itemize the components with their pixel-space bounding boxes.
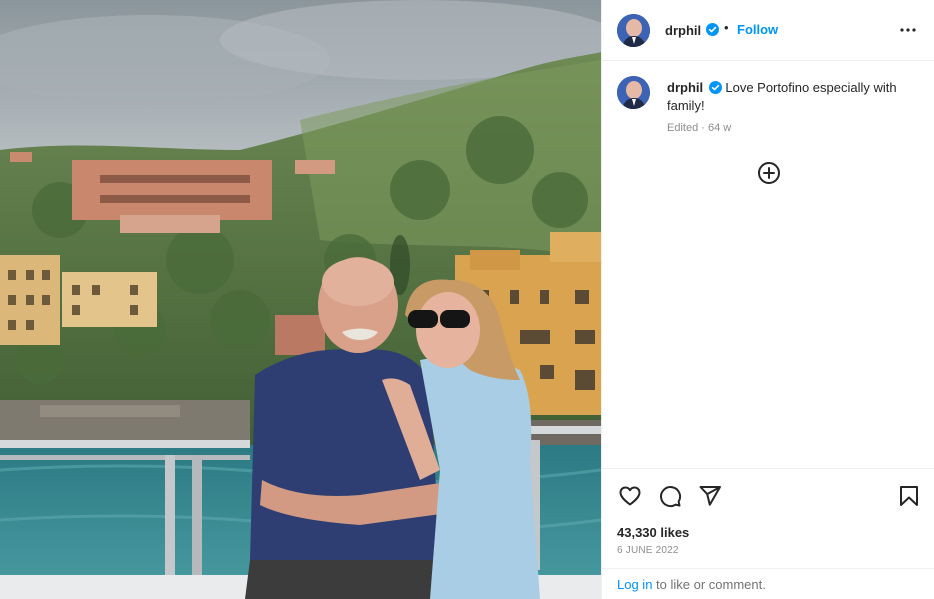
caption-text: drphil Love Portofino especially with fa… xyxy=(667,79,927,115)
login-prompt-text: to like or comment. xyxy=(652,577,766,592)
caption-username[interactable]: drphil xyxy=(667,80,703,95)
follow-button[interactable]: Follow xyxy=(737,22,778,37)
post-date: 6 JUNE 2022 xyxy=(617,545,679,556)
post-photo[interactable] xyxy=(0,0,601,599)
bookmark-icon[interactable] xyxy=(897,484,921,508)
share-icon[interactable] xyxy=(698,484,722,508)
login-prompt: Log in to like or comment. xyxy=(602,568,934,599)
profile-picture xyxy=(617,76,650,109)
caption-avatar[interactable] xyxy=(617,76,650,109)
more-options-icon[interactable] xyxy=(899,21,917,39)
caption-meta: Edited · 64 w xyxy=(667,122,732,134)
profile-picture xyxy=(617,14,650,47)
heart-icon[interactable] xyxy=(618,484,642,508)
post-side-panel: drphil • Follow drphil Love Portofino es… xyxy=(601,0,934,599)
header-username[interactable]: drphil xyxy=(665,23,701,38)
verified-badge-icon xyxy=(708,81,722,94)
likes-count[interactable]: 43,330 likes xyxy=(617,525,689,540)
avatar[interactable] xyxy=(617,14,650,47)
post-header: drphil • Follow xyxy=(602,0,934,61)
comment-icon[interactable] xyxy=(658,484,682,508)
login-link[interactable]: Log in xyxy=(617,577,652,592)
verified-badge-icon xyxy=(706,23,719,36)
load-more-comments-icon[interactable] xyxy=(757,161,781,185)
separator-dot: • xyxy=(724,20,729,35)
post-image xyxy=(0,0,601,599)
